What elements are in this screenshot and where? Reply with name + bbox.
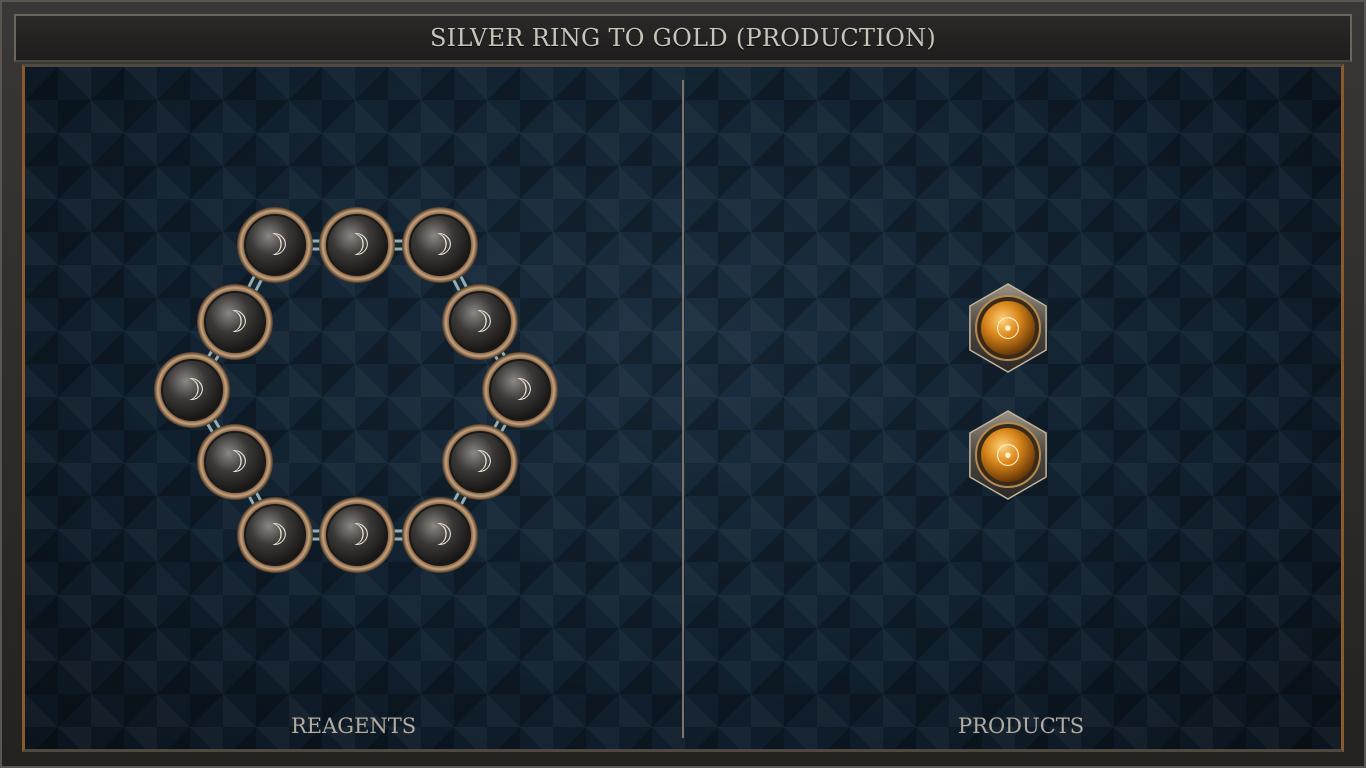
silver-atom[interactable]: ☽ (442, 284, 518, 360)
silver-symbol-icon: ☽ (467, 305, 494, 340)
silver-symbol-icon: ☽ (222, 305, 249, 340)
silver-symbol-icon: ☽ (344, 228, 371, 263)
silver-atom[interactable]: ☽ (319, 497, 395, 573)
silver-atom[interactable]: ☽ (402, 497, 478, 573)
silver-atom[interactable]: ☽ (482, 352, 558, 428)
silver-atom[interactable]: ☽ (319, 207, 395, 283)
molecule-canvas: ☽ ☽ ☽☽☽☽☽☽☽☽☽☽ ☉☉ (154, 207, 1047, 573)
silver-symbol-icon: ☽ (427, 228, 454, 263)
silver-atom[interactable]: ☽ (154, 352, 230, 428)
silver-symbol-icon: ☽ (507, 373, 534, 408)
reagents-label: REAGENTS (291, 714, 417, 738)
gold-symbol-icon: ☉ (995, 439, 1022, 474)
silver-symbol-icon: ☽ (262, 228, 289, 263)
silver-symbol-icon: ☽ (179, 373, 206, 408)
silver-atom[interactable]: ☽ (442, 424, 518, 500)
silver-symbol-icon: ☽ (262, 518, 289, 553)
gold-atom[interactable]: ☉ (969, 410, 1047, 500)
silver-atom[interactable]: ☽ (237, 497, 313, 573)
silver-atom[interactable]: ☽ (197, 284, 273, 360)
silver-atom[interactable]: ☽ (402, 207, 478, 283)
products-label: PRODUCTS (958, 714, 1085, 738)
reagent-molecule[interactable]: ☽ ☽ ☽ ☽ ☽ ☽ ☽ ☽ ☽ ☽ ☽ ☽ (154, 207, 558, 573)
product-atoms[interactable]: ☉☉ (969, 283, 1047, 500)
silver-symbol-icon: ☽ (222, 445, 249, 480)
silver-symbol-icon: ☽ (467, 445, 494, 480)
silver-atom[interactable]: ☽ (197, 424, 273, 500)
gold-atom[interactable]: ☉ (969, 283, 1047, 373)
silver-symbol-icon: ☽ (344, 518, 371, 553)
silver-symbol-icon: ☽ (427, 518, 454, 553)
gold-symbol-icon: ☉ (995, 312, 1022, 347)
silver-atom[interactable]: ☽ (237, 207, 313, 283)
